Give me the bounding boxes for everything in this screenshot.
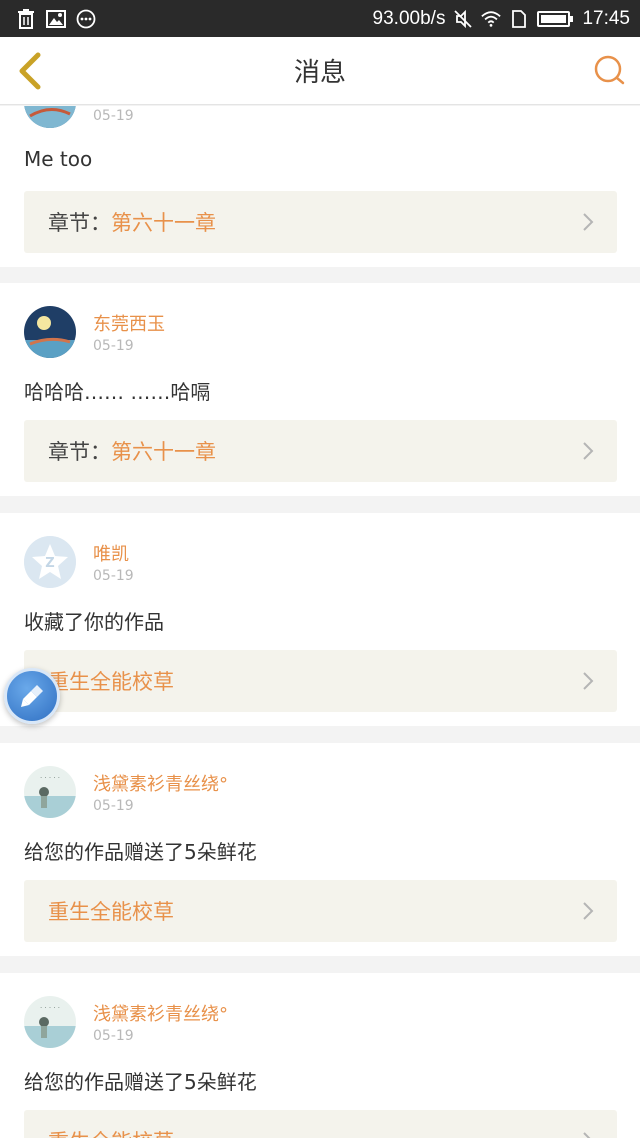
more-dots-icon — [76, 9, 96, 29]
search-button[interactable] — [592, 53, 628, 89]
svg-text:Z: Z — [45, 556, 54, 571]
work-link[interactable]: 重生全能校草 — [24, 1110, 617, 1138]
work-link[interactable]: 重生全能校草 — [24, 650, 617, 712]
chevron-right-icon — [583, 442, 594, 460]
username[interactable]: 浅黛素衫青丝绕° — [93, 1000, 228, 1026]
chevron-right-icon — [583, 213, 594, 231]
ref-value: 第六十一章 — [111, 440, 216, 464]
list-item: . . . . . 浅黛素衫青丝绕° 05-19 给您的作品赠送了5朵鲜花 重生… — [0, 973, 640, 1138]
chapter-link[interactable]: 章节： 第六十一章 — [24, 191, 617, 253]
list-item: 05-19 Me too 章节： 第六十一章 — [0, 106, 640, 267]
username[interactable]: 浅黛素衫青丝绕° — [93, 770, 228, 796]
message-text: Me too — [24, 147, 93, 171]
chevron-right-icon — [583, 902, 594, 920]
message-date: 05-19 — [93, 568, 134, 584]
status-bar-left — [16, 8, 96, 29]
avatar[interactable]: . . . . . — [24, 766, 76, 818]
svg-text:. . . . .: . . . . . — [40, 1002, 60, 1010]
network-speed: 93.00b/s — [372, 7, 446, 29]
message-list[interactable]: 05-19 Me too 章节： 第六十一章 东莞西玉 05-19 哈哈哈…… … — [0, 106, 640, 1138]
ref-value: 第六十一章 — [111, 211, 216, 235]
message-date: 05-19 — [93, 108, 134, 124]
ref-label: 章节： — [48, 440, 111, 464]
sim-icon — [509, 9, 529, 29]
ref-value: 重生全能校草 — [48, 1126, 174, 1138]
svg-text:. . . . .: . . . . . — [40, 772, 60, 780]
chevron-left-icon — [19, 52, 41, 90]
trash-icon — [16, 8, 36, 29]
avatar[interactable] — [24, 106, 76, 128]
chapter-link[interactable]: 章节： 第六十一章 — [24, 420, 617, 482]
list-item: 东莞西玉 05-19 哈哈哈…… ……哈嗝 章节： 第六十一章 — [0, 283, 640, 496]
app-header: 消息 — [0, 37, 640, 105]
mute-icon — [453, 9, 473, 29]
ref-value: 重生全能校草 — [48, 900, 174, 924]
back-button[interactable] — [12, 49, 52, 93]
username[interactable]: 东莞西玉 — [93, 310, 165, 336]
list-item: Z 唯凯 05-19 收藏了你的作品 重生全能校草 — [0, 513, 640, 726]
chevron-right-icon — [583, 1132, 591, 1138]
status-bar-right: 93.00b/s 17:45 — [373, 8, 630, 30]
search-icon — [594, 55, 625, 85]
avatar[interactable] — [24, 306, 76, 358]
status-bar: 93.00b/s 17:45 — [0, 0, 640, 37]
ref-label: 章节： — [48, 211, 111, 235]
message-date: 05-19 — [93, 338, 134, 354]
avatar[interactable]: . . . . . — [24, 996, 76, 1048]
list-item: . . . . . 浅黛素衫青丝绕° 05-19 给您的作品赠送了5朵鲜花 重生… — [0, 743, 640, 956]
ref-value: 重生全能校草 — [48, 670, 174, 694]
floating-assist-button[interactable] — [4, 668, 60, 724]
message-text: 哈哈哈…… ……哈嗝 — [24, 380, 211, 404]
message-date: 05-19 — [93, 798, 134, 814]
avatar[interactable]: Z — [24, 536, 76, 588]
message-text: 给您的作品赠送了5朵鲜花 — [24, 840, 257, 864]
image-icon — [46, 9, 66, 29]
message-text: 给您的作品赠送了5朵鲜花 — [24, 1070, 257, 1094]
chevron-right-icon — [583, 672, 594, 690]
message-text: 收藏了你的作品 — [24, 610, 164, 634]
wifi-icon — [481, 9, 502, 29]
battery-icon — [537, 10, 574, 27]
message-date: 05-19 — [93, 1028, 134, 1044]
brush-icon — [21, 685, 43, 707]
default-avatar-icon: Z — [24, 536, 76, 588]
clock: 17:45 — [582, 7, 630, 29]
work-link[interactable]: 重生全能校草 — [24, 880, 617, 942]
page-title: 消息 — [293, 58, 346, 88]
username[interactable]: 唯凯 — [93, 540, 129, 566]
